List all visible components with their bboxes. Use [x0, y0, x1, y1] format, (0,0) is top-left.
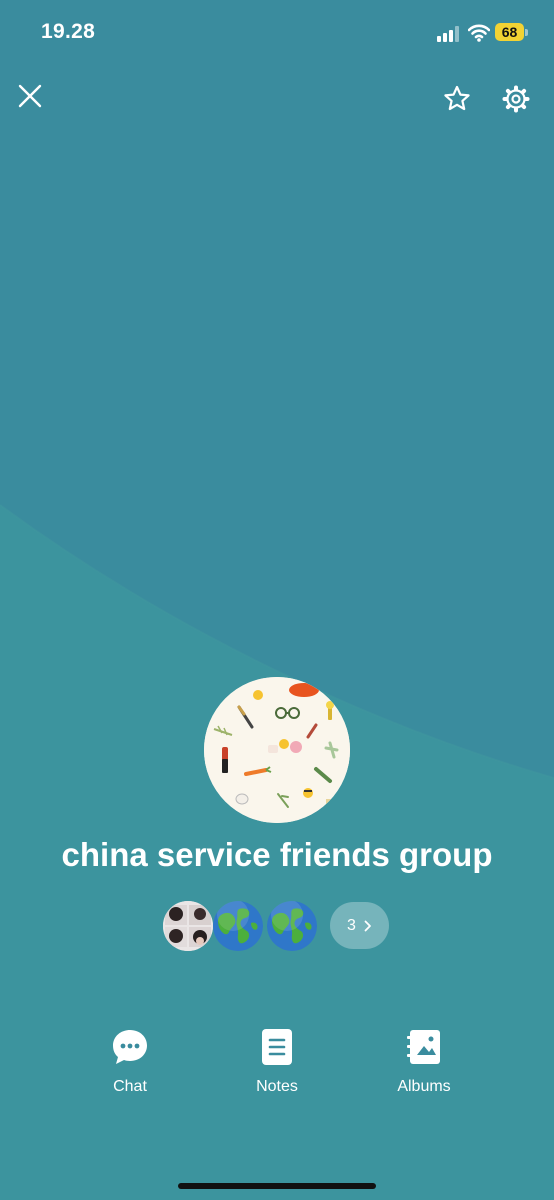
- cellular-signal-icon: [437, 26, 459, 42]
- member-avatar[interactable]: [213, 901, 263, 951]
- background: [0, 0, 554, 1200]
- group-avatar[interactable]: [204, 677, 350, 823]
- battery-tip: [525, 29, 528, 36]
- notes-label: Notes: [256, 1078, 298, 1095]
- status-time: 19.28: [41, 20, 96, 43]
- battery-body: 68: [495, 23, 524, 41]
- members-more-count: 3: [347, 916, 356, 934]
- photo-collage-avatar: [163, 901, 213, 951]
- status-bar: 19.28 68: [0, 0, 554, 66]
- close-icon[interactable]: [16, 82, 44, 110]
- home-indicator: [178, 1183, 376, 1189]
- member-list[interactable]: 3: [163, 898, 403, 954]
- illustrated-pattern-avatar: [204, 677, 350, 823]
- albums-label: Albums: [397, 1078, 451, 1095]
- notes-button[interactable]: Notes: [222, 1026, 332, 1096]
- star-icon[interactable]: [442, 84, 472, 114]
- member-avatar[interactable]: [267, 901, 317, 951]
- chat-button[interactable]: Chat: [75, 1026, 185, 1096]
- group-name: china service friends group: [61, 836, 493, 873]
- members-more-button[interactable]: 3: [330, 902, 389, 949]
- albums-button[interactable]: Albums: [369, 1026, 479, 1096]
- chevron-right-icon: [364, 920, 371, 931]
- battery-level: 68: [501, 24, 518, 40]
- globe-icon: [267, 901, 317, 951]
- note-icon: [262, 1029, 292, 1065]
- chat-label: Chat: [113, 1078, 147, 1095]
- battery-indicator: 68: [495, 23, 529, 43]
- album-icon: [407, 1030, 440, 1064]
- globe-icon: [213, 901, 263, 951]
- gear-icon[interactable]: [501, 84, 531, 114]
- chat-bubble-icon: [113, 1030, 147, 1064]
- wifi-icon: [468, 24, 490, 42]
- member-avatar[interactable]: [163, 901, 213, 951]
